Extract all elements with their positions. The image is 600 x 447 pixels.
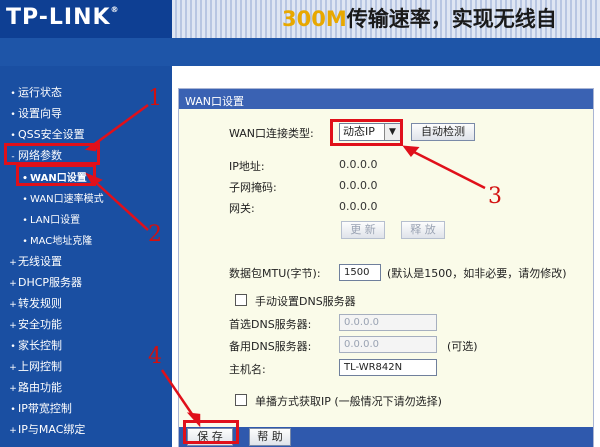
annotation-number-1: 1 bbox=[148, 86, 162, 111]
annotation-number-2: 2 bbox=[148, 222, 162, 247]
annotation-number-4: 4 bbox=[148, 344, 162, 369]
annotation-arrows bbox=[84, 103, 486, 428]
annotation-number-3: 3 bbox=[488, 184, 502, 209]
